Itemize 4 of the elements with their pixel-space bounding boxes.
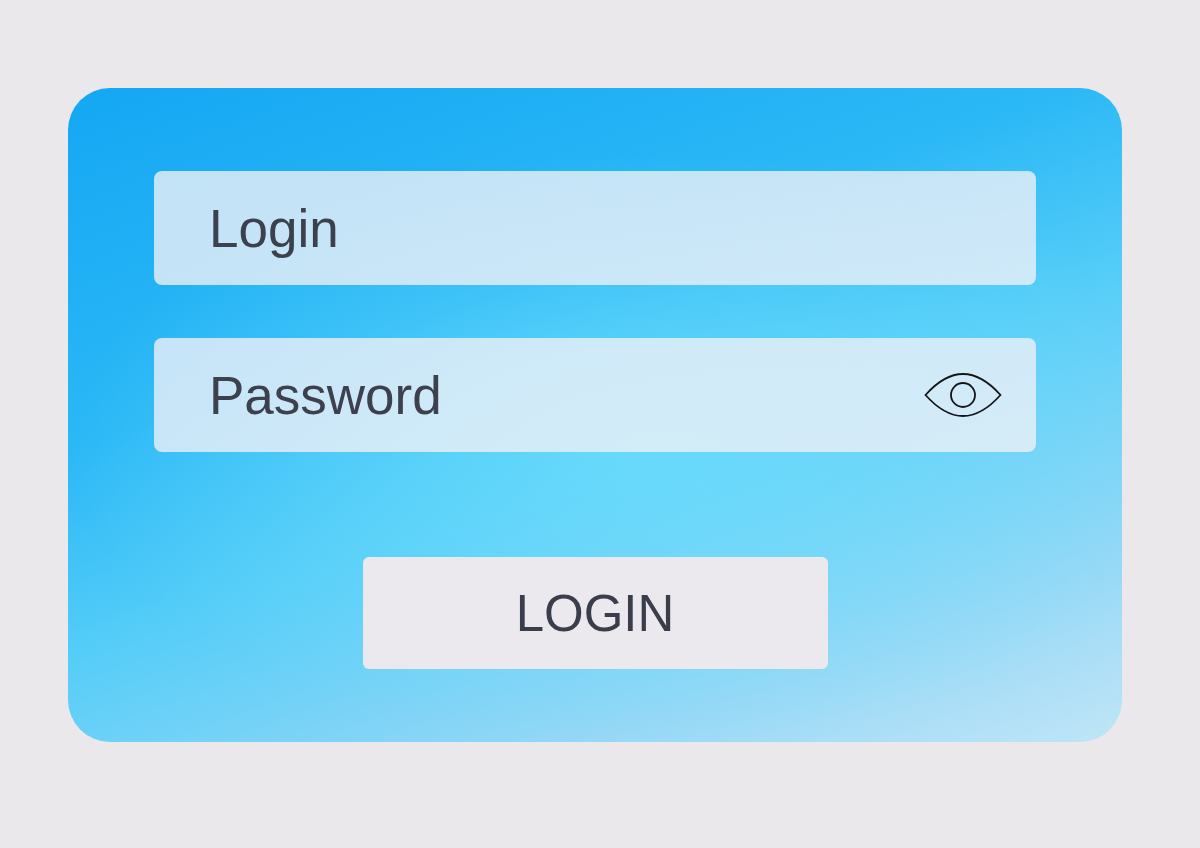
login-button[interactable]: LOGIN	[362, 557, 828, 669]
password-field[interactable]: Password	[154, 338, 1036, 452]
eye-icon[interactable]	[924, 372, 1002, 418]
login-field[interactable]: Login	[154, 171, 1036, 285]
